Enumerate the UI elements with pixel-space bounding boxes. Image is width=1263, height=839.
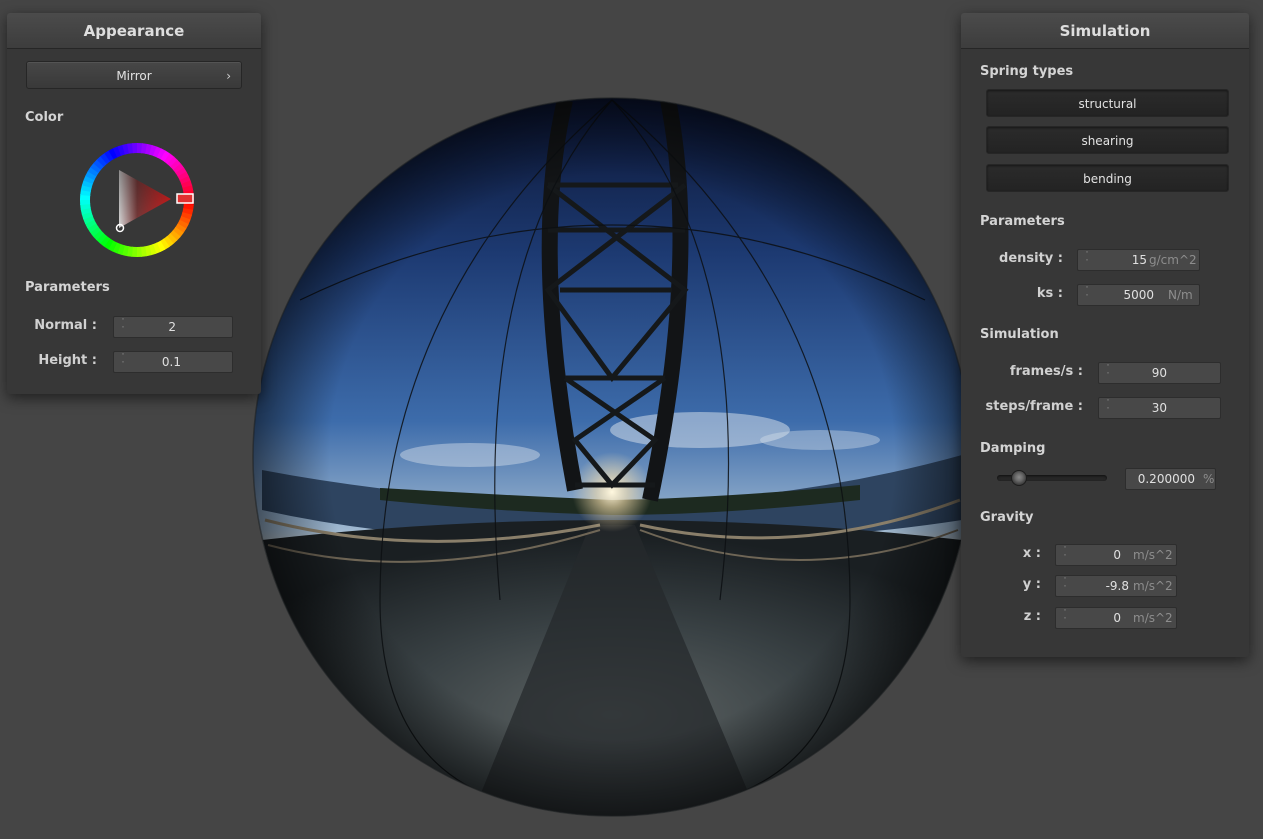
up-down-arrows-icon[interactable]: ˆˇ: [1103, 364, 1113, 382]
normal-value: 2: [168, 320, 176, 334]
gravity-z-value: 0: [1113, 611, 1121, 625]
spring-shearing-button[interactable]: shearing: [986, 126, 1229, 154]
simulation-panel: Simulation Spring types structural shear…: [961, 13, 1249, 657]
damping-unit: %: [1203, 472, 1215, 486]
up-down-arrows-icon[interactable]: ˆˇ: [1082, 286, 1092, 304]
height-value: 0.1: [161, 355, 181, 369]
gravity-x-label: x :: [1022, 546, 1041, 561]
gravity-z-input[interactable]: ˆˇ 0 m/s^2: [1055, 607, 1177, 629]
gravity-z-unit: m/s^2: [1133, 611, 1173, 625]
up-down-arrows-icon[interactable]: ˆˇ: [1060, 577, 1070, 595]
normal-input[interactable]: ˆˇ 2: [113, 316, 233, 338]
appearance-parameters-label: Parameters: [25, 280, 110, 295]
simulation-parameters-label: Parameters: [980, 214, 1065, 229]
appearance-panel-title[interactable]: Appearance: [7, 13, 261, 49]
steps-per-frame-value: 30: [1151, 401, 1167, 415]
spring-structural-button[interactable]: structural: [986, 89, 1229, 117]
damping-value: 0.200000: [1137, 472, 1195, 486]
density-unit: g/cm^2: [1149, 253, 1197, 267]
spring-bending-button[interactable]: bending: [986, 164, 1229, 192]
simulation-section-label: Simulation: [980, 327, 1059, 342]
appearance-panel: Appearance Mirror › Color Parameters Nor…: [7, 13, 261, 394]
steps-per-frame-label: steps/frame :: [985, 399, 1084, 414]
fps-label: frames/s :: [1009, 364, 1083, 379]
density-input[interactable]: ˆˇ 15 g/cm^2: [1077, 249, 1200, 271]
damping-label: Damping: [980, 441, 1046, 456]
up-down-arrows-icon[interactable]: ˆˇ: [1060, 546, 1070, 564]
steps-per-frame-input[interactable]: ˆˇ 30: [1098, 397, 1221, 419]
up-down-arrows-icon[interactable]: ˆˇ: [1082, 251, 1092, 269]
up-down-arrows-icon[interactable]: ˆˇ: [1060, 609, 1070, 627]
density-label: density :: [999, 251, 1063, 266]
gravity-y-value: -9.8: [1105, 579, 1129, 593]
gravity-x-unit: m/s^2: [1133, 548, 1173, 562]
ks-input[interactable]: ˆˇ 5000 N/m: [1077, 284, 1200, 306]
up-down-arrows-icon[interactable]: ˆˇ: [1103, 399, 1113, 417]
color-wheel[interactable]: [80, 143, 194, 257]
normal-label: Normal :: [34, 318, 97, 333]
ks-label: ks :: [1036, 286, 1063, 301]
chevron-right-icon: ›: [226, 69, 231, 83]
fps-value: 90: [1151, 366, 1167, 380]
height-input[interactable]: ˆˇ 0.1: [113, 351, 233, 373]
up-down-arrows-icon[interactable]: ˆˇ: [118, 353, 128, 371]
up-down-arrows-icon[interactable]: ˆˇ: [118, 318, 128, 336]
height-label: Height :: [38, 353, 97, 368]
gravity-label: Gravity: [980, 510, 1034, 525]
simulation-panel-title[interactable]: Simulation: [961, 13, 1249, 49]
fps-input[interactable]: ˆˇ 90: [1098, 362, 1221, 384]
color-section-label: Color: [25, 110, 64, 125]
material-select-label: Mirror: [116, 69, 152, 83]
ks-unit: N/m: [1168, 288, 1193, 302]
gravity-x-value: 0: [1113, 548, 1121, 562]
gravity-x-input[interactable]: ˆˇ 0 m/s^2: [1055, 544, 1177, 566]
ks-value: 5000: [1123, 288, 1154, 302]
gravity-z-label: z :: [1023, 609, 1041, 624]
damping-slider-knob[interactable]: [1011, 470, 1027, 486]
gravity-y-label: y :: [1022, 577, 1041, 592]
material-select-button[interactable]: Mirror ›: [26, 61, 242, 89]
hue-marker[interactable]: [176, 193, 194, 204]
density-value: 15: [1131, 253, 1147, 267]
damping-input[interactable]: 0.200000 %: [1125, 468, 1216, 490]
gravity-y-input[interactable]: ˆˇ -9.8 m/s^2: [1055, 575, 1177, 597]
gravity-y-unit: m/s^2: [1133, 579, 1173, 593]
spring-types-label: Spring types: [980, 64, 1074, 79]
